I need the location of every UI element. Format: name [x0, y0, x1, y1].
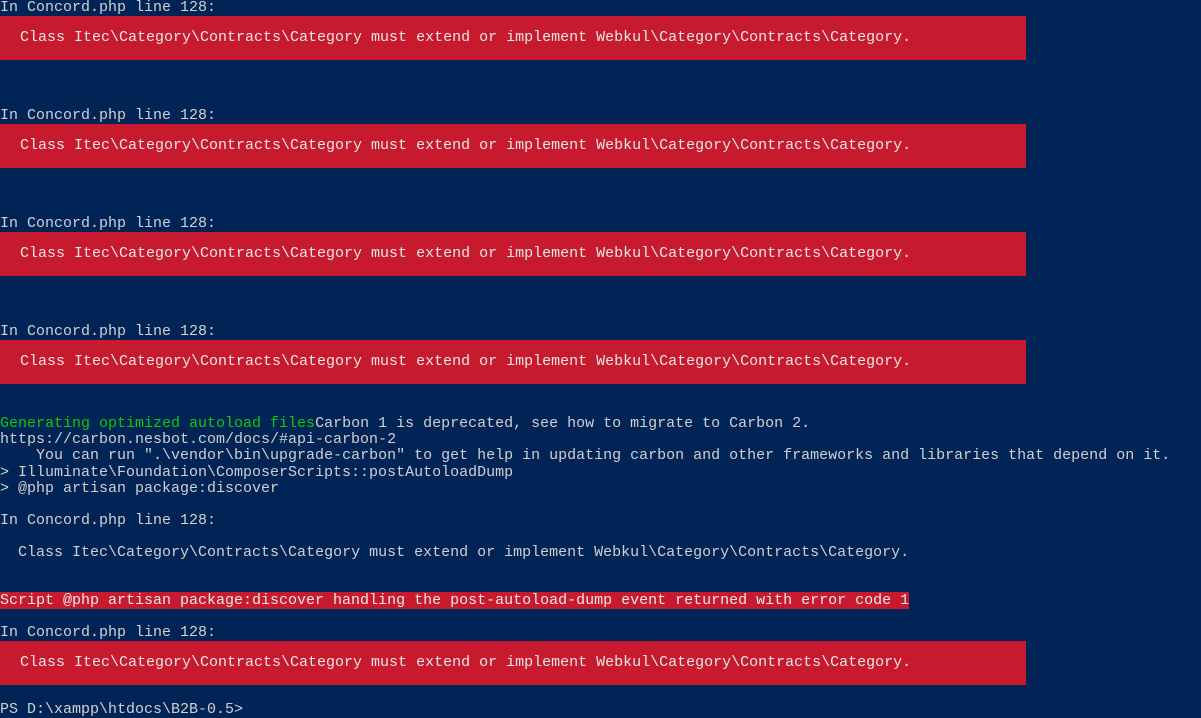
- final-error-message: Class Itec\Category\Contracts\Category m…: [0, 641, 1026, 685]
- script-error-line: Script @php artisan package:discover han…: [0, 593, 1201, 609]
- error-box: Class Itec\Category\Contracts\Category m…: [0, 16, 1201, 60]
- error-box: Class Itec\Category\Contracts\Category m…: [0, 340, 1201, 384]
- artisan-discover: > @php artisan package:discover: [0, 481, 1201, 497]
- carbon-deprecated: Carbon 1 is deprecated, see how to migra…: [315, 415, 810, 432]
- blank-line: [0, 292, 1201, 308]
- blank-line: [0, 529, 1201, 545]
- blank-line: [0, 168, 1201, 184]
- blank-line: [0, 400, 1201, 416]
- discover-error-message: Class Itec\Category\Contracts\Category m…: [0, 545, 1201, 561]
- error-message: Class Itec\Category\Contracts\Category m…: [0, 16, 1026, 60]
- error-message: Class Itec\Category\Contracts\Category m…: [0, 232, 1026, 276]
- carbon-url: https://carbon.nesbot.com/docs/#api-carb…: [0, 432, 1201, 448]
- blank-line: [0, 577, 1201, 593]
- cursor: [243, 701, 251, 717]
- blank-line: [0, 276, 1201, 292]
- error-header: In Concord.php line 128:: [0, 324, 1201, 340]
- error-header: In Concord.php line 128:: [0, 108, 1201, 124]
- blank-line: [0, 60, 1201, 76]
- blank-line: [0, 609, 1201, 625]
- error-box: Class Itec\Category\Contracts\Category m…: [0, 124, 1201, 168]
- blank-line: [0, 384, 1201, 400]
- error-box: Class Itec\Category\Contracts\Category m…: [0, 232, 1201, 276]
- final-error-box: Class Itec\Category\Contracts\Category m…: [0, 641, 1201, 685]
- error-message: Class Itec\Category\Contracts\Category m…: [0, 340, 1026, 384]
- blank-line: [0, 92, 1201, 108]
- prompt-text: PS D:\xampp\htdocs\B2B-0.5>: [0, 701, 243, 718]
- blank-line: [0, 561, 1201, 577]
- composer-script: > Illuminate\Foundation\ComposerScripts:…: [0, 465, 1201, 481]
- prompt-line[interactable]: PS D:\xampp\htdocs\B2B-0.5>: [0, 701, 1201, 718]
- carbon-hint: You can run ".\vendor\bin\upgrade-carbon…: [0, 448, 1201, 464]
- discover-error-header: In Concord.php line 128:: [0, 513, 1201, 529]
- autoload-line: Generating optimized autoload filesCarbo…: [0, 416, 1201, 432]
- blank-line: [0, 497, 1201, 513]
- final-error-header: In Concord.php line 128:: [0, 625, 1201, 641]
- blank-line: [0, 200, 1201, 216]
- script-error: Script @php artisan package:discover han…: [0, 592, 909, 609]
- error-message: Class Itec\Category\Contracts\Category m…: [0, 124, 1026, 168]
- blank-line: [0, 308, 1201, 324]
- error-header: In Concord.php line 128:: [0, 216, 1201, 232]
- blank-line: [0, 184, 1201, 200]
- terminal-output[interactable]: In Concord.php line 128:Class Itec\Categ…: [0, 0, 1201, 718]
- blank-line: [0, 76, 1201, 92]
- blank-line: [0, 685, 1201, 701]
- error-header: In Concord.php line 128:: [0, 0, 1201, 16]
- generating-text: Generating optimized autoload files: [0, 415, 315, 432]
